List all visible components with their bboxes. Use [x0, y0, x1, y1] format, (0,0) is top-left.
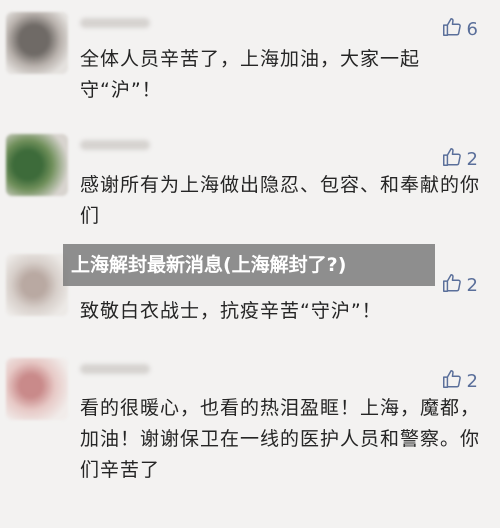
username-blurred: [80, 18, 150, 28]
like-button[interactable]: 2: [441, 146, 478, 173]
avatar[interactable]: [6, 12, 68, 74]
headline-banner: 上海解封最新消息(上海解封了?): [63, 244, 435, 286]
comment-text: 感谢所有为上海做出隐忍、包容、和奉献的你们: [80, 174, 481, 227]
thumbs-up-icon: [441, 16, 463, 43]
avatar[interactable]: [6, 254, 68, 316]
avatar[interactable]: [6, 134, 68, 196]
like-count: 2: [466, 149, 478, 170]
comment-text: 看的很暖心，也看的热泪盈眶！上海，魔都，加油！谢谢保卫在一线的医护人员和警察。你…: [80, 397, 481, 481]
thumbs-up-icon: [441, 146, 463, 173]
username-blurred: [80, 364, 150, 374]
username-blurred: [80, 140, 150, 150]
comment-text: 致敬白衣战士，抗疫辛苦“守沪”！: [80, 300, 382, 322]
like-count: 6: [466, 19, 478, 40]
like-button[interactable]: 2: [441, 368, 478, 395]
thumbs-up-icon: [441, 272, 463, 299]
like-count: 2: [466, 371, 478, 392]
like-button[interactable]: 6: [441, 16, 478, 43]
thumbs-up-icon: [441, 368, 463, 395]
like-button[interactable]: 2: [441, 272, 478, 299]
comment-text: 全体人员辛苦了，上海加油，大家一起守“沪”！: [80, 48, 421, 101]
avatar[interactable]: [6, 358, 68, 420]
like-count: 2: [466, 275, 478, 296]
